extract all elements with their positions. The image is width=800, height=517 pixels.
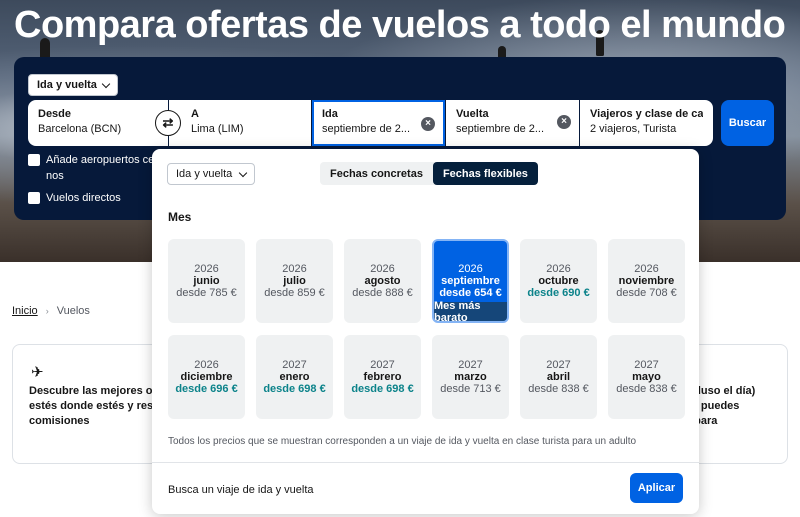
month-price: desde 696 € — [175, 383, 238, 395]
breadcrumb: Inicio › Vuelos — [12, 305, 90, 317]
month-option-septiembre[interactable]: 2026 septiembre desde 654 € Mes más barato — [432, 239, 509, 323]
month-name: septiembre — [441, 275, 500, 287]
search-button[interactable]: Buscar — [721, 100, 774, 146]
nearby-airports-checkbox[interactable] — [28, 154, 40, 166]
month-option-abril[interactable]: 2027 abril desde 838 € — [520, 335, 597, 419]
month-name: agosto — [364, 275, 401, 287]
month-option-marzo[interactable]: 2027 marzo desde 713 € — [432, 335, 509, 419]
month-option-mayo[interactable]: 2027 mayo desde 838 € — [608, 335, 685, 419]
month-name: julio — [283, 275, 306, 287]
month-option-diciembre[interactable]: 2026 diciembre desde 696 € — [168, 335, 245, 419]
clear-icon[interactable]: × — [557, 115, 571, 129]
info-left-line: Descubre las mejores of — [29, 385, 157, 397]
clear-icon[interactable]: × — [421, 117, 435, 131]
month-year: 2026 — [634, 263, 659, 275]
month-price: desde 838 € — [528, 383, 589, 395]
chevron-right-icon: › — [45, 306, 49, 316]
return-label: Vuelta — [456, 108, 489, 120]
month-name: marzo — [454, 371, 487, 383]
month-name: junio — [193, 275, 220, 287]
return-value: septiembre de 2... — [456, 123, 545, 135]
travelers-label: Viajeros y clase de ca... — [590, 108, 703, 120]
month-year: 2026 — [546, 263, 571, 275]
month-option-junio[interactable]: 2026 junio desde 785 € — [168, 239, 245, 323]
popup-trip-type-label: Ida y vuelta — [176, 168, 233, 180]
direct-flights-checkbox[interactable] — [28, 192, 40, 204]
month-price: desde 698 € — [263, 383, 326, 395]
origin-label: Desde — [38, 108, 72, 120]
month-year: 2027 — [634, 359, 659, 371]
month-name: noviembre — [618, 275, 675, 287]
month-name: mayo — [632, 371, 661, 383]
destination-label: A — [191, 108, 199, 120]
month-year: 2027 — [370, 359, 395, 371]
month-option-octubre[interactable]: 2026 octubre desde 690 € — [520, 239, 597, 323]
month-name: enero — [279, 371, 310, 383]
travelers-value: 2 viajeros, Turista — [590, 123, 677, 135]
month-year: 2027 — [458, 359, 483, 371]
depart-date-field[interactable]: Ida septiembre de 2... × — [312, 100, 445, 146]
footer-summary: Busca un viaje de ida y vuelta — [168, 484, 314, 496]
chevron-down-icon — [239, 168, 248, 177]
trip-type-select[interactable]: Ida y vuelta — [28, 74, 118, 96]
info-left-text: Descubre las mejores of estés donde esté… — [29, 384, 156, 429]
destination-value: Lima (LIM) — [191, 123, 244, 135]
info-left-line: comisiones — [29, 415, 90, 427]
month-year: 2026 — [458, 263, 483, 275]
month-price: desde 785 € — [176, 287, 237, 299]
tab-fechas-flexibles[interactable]: Fechas flexibles — [432, 162, 538, 185]
month-year: 2027 — [282, 359, 307, 371]
month-price: desde 654 € — [439, 287, 502, 299]
month-option-enero[interactable]: 2027 enero desde 698 € — [256, 335, 333, 419]
breadcrumb-current: Vuelos — [56, 305, 90, 317]
month-name: diciembre — [180, 371, 233, 383]
travelers-field[interactable]: Viajeros y clase de ca... 2 viajeros, Tu… — [580, 100, 713, 146]
month-option-noviembre[interactable]: 2026 noviembre desde 708 € — [608, 239, 685, 323]
month-price: desde 713 € — [440, 383, 501, 395]
destination-field[interactable]: A Lima (LIM) — [169, 100, 311, 146]
month-year: 2027 — [546, 359, 571, 371]
month-option-julio[interactable]: 2026 julio desde 859 € — [256, 239, 333, 323]
origin-field[interactable]: Desde Barcelona (BCN) — [28, 100, 168, 146]
month-name: febrero — [363, 371, 402, 383]
month-price: desde 859 € — [264, 287, 325, 299]
month-name: octubre — [538, 275, 579, 287]
airplane-icon: ✈ — [31, 364, 44, 381]
depart-label: Ida — [322, 108, 338, 120]
month-price: desde 690 € — [527, 287, 590, 299]
date-picker-popup: Ida y vuelta Fechas concretas Fechas fle… — [152, 149, 699, 514]
month-section-title: Mes — [168, 210, 192, 224]
page-title: Compara ofertas de vuelos a todo el mund… — [14, 4, 786, 46]
info-left-line: estés donde estés y res — [29, 400, 154, 412]
chevron-down-icon — [101, 79, 111, 88]
month-year: 2026 — [282, 263, 307, 275]
month-price: desde 838 € — [616, 383, 677, 395]
month-year: 2026 — [194, 263, 219, 275]
month-option-agosto[interactable]: 2026 agosto desde 888 € — [344, 239, 421, 323]
divider — [152, 462, 699, 463]
date-mode-toggle: Fechas concretas Fechas flexibles — [320, 162, 538, 185]
return-date-field[interactable]: Vuelta septiembre de 2... × — [446, 100, 579, 146]
month-price: desde 698 € — [351, 383, 414, 395]
origin-value: Barcelona (BCN) — [38, 123, 122, 135]
direct-flights-checkbox-row[interactable]: Vuelos directos — [28, 190, 121, 206]
month-option-febrero[interactable]: 2027 febrero desde 698 € — [344, 335, 421, 419]
swap-icon[interactable]: ⇄ — [155, 110, 181, 136]
trip-type-label: Ida y vuelta — [37, 79, 97, 91]
breadcrumb-home-link[interactable]: Inicio — [12, 305, 38, 317]
month-grid: 2026 junio desde 785 €2026 julio desde 859 €… — [168, 239, 685, 419]
month-price: desde 888 € — [352, 287, 413, 299]
apply-button[interactable]: Aplicar — [630, 473, 683, 503]
price-note: Todos los precios que se muestran corres… — [168, 436, 637, 447]
month-year: 2026 — [370, 263, 395, 275]
month-year: 2026 — [194, 359, 219, 371]
month-name: abril — [546, 371, 571, 383]
month-price: desde 708 € — [616, 287, 677, 299]
direct-flights-label: Vuelos directos — [46, 192, 121, 204]
depart-value: septiembre de 2... — [322, 123, 411, 135]
tab-fechas-concretas[interactable]: Fechas concretas — [320, 162, 433, 185]
cheapest-month-badge: Mes más barato — [434, 300, 507, 321]
popup-trip-type-select[interactable]: Ida y vuelta — [167, 163, 256, 185]
